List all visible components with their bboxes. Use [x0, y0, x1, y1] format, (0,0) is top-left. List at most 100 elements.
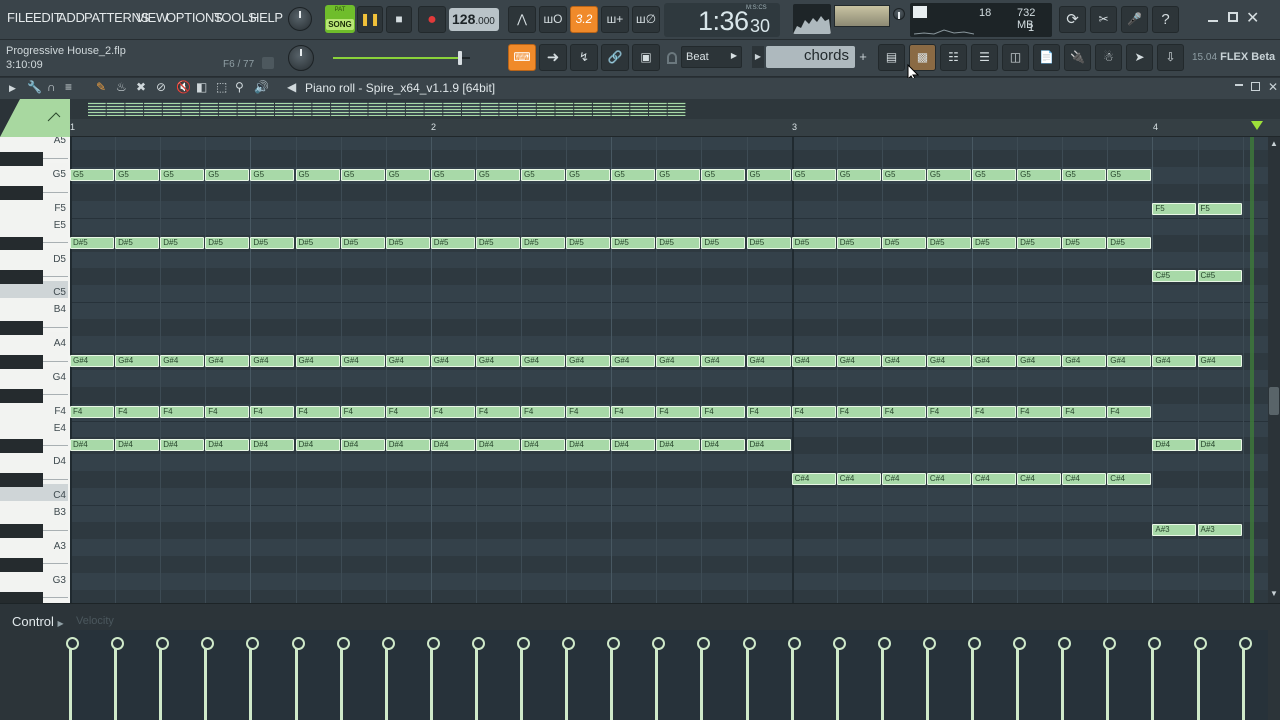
velocity-bar[interactable] [697, 636, 711, 720]
note-Csharp4[interactable]: C#4 [1107, 473, 1152, 486]
velocity-bar[interactable] [1238, 636, 1252, 720]
note-G5[interactable]: G5 [926, 169, 971, 181]
note-F4[interactable]: F4 [295, 405, 340, 418]
note-Dsharp4[interactable]: D#4 [566, 439, 611, 452]
note-G5[interactable]: G5 [881, 169, 926, 181]
note-Dsharp5[interactable]: D#5 [340, 236, 385, 249]
chevron-left-icon[interactable]: ▶ [752, 46, 764, 68]
note-Dsharp4[interactable]: D#4 [656, 439, 701, 452]
note-Dsharp5[interactable]: D#5 [385, 236, 430, 249]
note-Csharp4[interactable]: C#4 [972, 473, 1017, 486]
note-F4[interactable]: F4 [70, 405, 115, 418]
note-Gsharp4[interactable]: G#4 [430, 354, 475, 367]
close-icon[interactable]: ✕ [1246, 8, 1259, 28]
master-pitch-knob-icon[interactable] [288, 7, 312, 31]
metronome-icon[interactable]: ⋀ [508, 6, 536, 33]
note-G5[interactable]: G5 [701, 169, 746, 181]
magnet-icon[interactable]: ∩ [47, 80, 56, 94]
note-G5[interactable]: G5 [566, 169, 611, 181]
note-Csharp4[interactable]: C#4 [791, 473, 836, 486]
note-F4[interactable]: F4 [972, 405, 1017, 418]
countdown-icon[interactable]: 3.2 [570, 6, 598, 33]
note-G5[interactable]: G5 [430, 169, 475, 181]
note-G5[interactable]: G5 [340, 169, 385, 181]
black-key[interactable] [0, 236, 43, 251]
note-F4[interactable]: F4 [566, 405, 611, 418]
velocity-bar[interactable] [787, 636, 801, 720]
plugin-icon[interactable]: 🔌 [1064, 44, 1091, 71]
note-Gsharp4[interactable]: G#4 [1197, 354, 1242, 367]
note-G5[interactable]: G5 [521, 169, 566, 181]
note-G5[interactable]: G5 [115, 169, 160, 181]
mute-icon[interactable]: 🔇 [176, 80, 191, 94]
cut-icon[interactable]: ✂ [1090, 6, 1117, 33]
snap-dropdown[interactable]: Beat ▶ [681, 46, 742, 68]
note-F4[interactable]: F4 [115, 405, 160, 418]
black-key[interactable] [0, 185, 43, 200]
note-Dsharp5[interactable]: D#5 [926, 236, 971, 249]
wrench-icon[interactable]: 🔧 [27, 80, 42, 94]
pencil-icon[interactable]: ✎ [96, 80, 106, 94]
note-Gsharp4[interactable]: G#4 [926, 354, 971, 367]
blend-notes-icon[interactable]: ш∅ [632, 6, 660, 33]
note-G5[interactable]: G5 [1107, 169, 1152, 181]
note-Gsharp4[interactable]: G#4 [115, 354, 160, 367]
step-sequencer-icon[interactable]: ☷ [940, 44, 967, 71]
pattern-icon[interactable]: ▤ [878, 44, 905, 71]
note-F4[interactable]: F4 [340, 405, 385, 418]
volume-knob-icon[interactable] [893, 8, 905, 20]
note-Dsharp5[interactable]: D#5 [611, 236, 656, 249]
note-Gsharp4[interactable]: G#4 [1017, 354, 1062, 367]
note-G5[interactable]: G5 [611, 169, 656, 181]
velocity-bar[interactable] [517, 636, 530, 720]
velocity-bar[interactable] [607, 636, 621, 720]
black-key[interactable] [0, 473, 43, 488]
note-F4[interactable]: F4 [430, 405, 475, 418]
black-key[interactable] [0, 439, 43, 454]
note-Dsharp5[interactable]: D#5 [701, 236, 746, 249]
note-F4[interactable]: F4 [1017, 405, 1062, 418]
note-Dsharp5[interactable]: D#5 [295, 236, 340, 249]
playlist-icon[interactable]: ◫ [1002, 44, 1029, 71]
note-G5[interactable]: G5 [972, 169, 1017, 181]
velocity-bar[interactable] [336, 636, 350, 720]
velocity-bar[interactable] [1103, 636, 1117, 720]
note-Asharp3[interactable]: A#3 [1197, 523, 1242, 536]
help-icon[interactable]: ? [1152, 6, 1179, 33]
menu-view[interactable]: VIEW [136, 10, 168, 25]
velocity-bar[interactable] [562, 636, 576, 720]
note-F4[interactable]: F4 [205, 405, 250, 418]
note-G5[interactable]: G5 [656, 169, 701, 181]
scroll-up-icon[interactable]: ▲ [1270, 139, 1278, 148]
maximize-icon[interactable] [1228, 12, 1238, 22]
velocity-bar[interactable] [1013, 636, 1027, 720]
black-key[interactable] [0, 270, 43, 285]
velocity-bar[interactable] [742, 636, 756, 720]
note-Dsharp4[interactable]: D#4 [205, 439, 250, 452]
pr-close-icon[interactable]: ✕ [1268, 80, 1278, 94]
note-Dsharp4[interactable]: D#4 [746, 439, 791, 452]
note-G5[interactable]: G5 [746, 169, 791, 181]
note-Gsharp4[interactable]: G#4 [385, 354, 430, 367]
note-Gsharp4[interactable]: G#4 [881, 354, 926, 367]
note-F4[interactable]: F4 [385, 405, 430, 418]
note-Dsharp5[interactable]: D#5 [566, 236, 611, 249]
speaker-icon[interactable]: 🔊 [254, 80, 269, 94]
note-grid[interactable]: G5 G5 G5 G5 G5 G5 G5 G5 G5 G5 G5 G5 G5 G5 G5 G5 G5 G5 G5 G5… [70, 137, 1268, 603]
note-Dsharp5[interactable]: D#5 [1062, 236, 1107, 249]
eraser-icon[interactable]: ✖ [136, 80, 146, 94]
note-Dsharp5[interactable]: D#5 [205, 236, 250, 249]
note-Gsharp4[interactable]: G#4 [475, 354, 520, 367]
note-F5[interactable]: F5 [1152, 202, 1197, 215]
note-Dsharp5[interactable]: D#5 [475, 236, 520, 249]
waveform-monitor[interactable] [793, 4, 831, 34]
note-Dsharp5[interactable]: D#5 [70, 236, 115, 249]
velocity-bar[interactable] [922, 636, 936, 720]
note-G5[interactable]: G5 [1062, 169, 1107, 181]
note-Dsharp4[interactable]: D#4 [475, 439, 520, 452]
note-F4[interactable]: F4 [1107, 405, 1152, 418]
note-F4[interactable]: F4 [250, 405, 295, 418]
velocity-bar[interactable] [111, 636, 125, 720]
note-Dsharp4[interactable]: D#4 [70, 439, 115, 452]
velocity-bar[interactable] [471, 636, 485, 720]
